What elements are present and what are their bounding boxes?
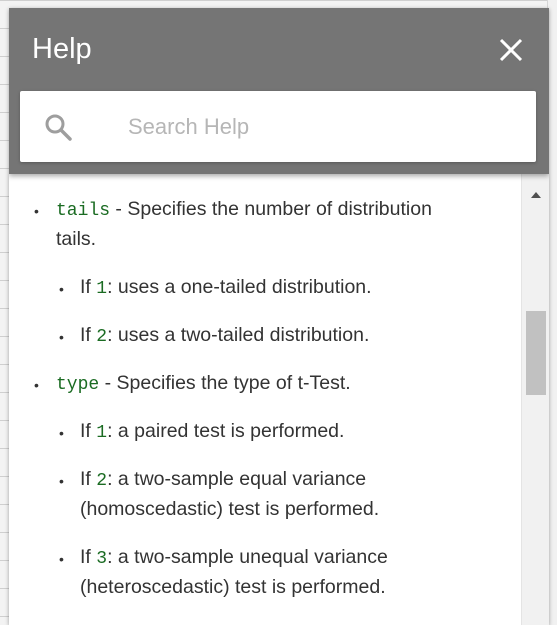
option-value: 3 [96,549,108,569]
scrollbar-thumb[interactable] [526,311,546,395]
help-title: Help [32,33,92,65]
scroll-up-arrow-icon[interactable] [529,187,543,198]
option-value: 1 [96,423,108,443]
search-input[interactable] [128,109,518,145]
bullet: • [59,329,64,345]
search-icon [44,113,72,141]
bullet: • [59,425,64,441]
bullet: • [59,473,64,489]
list-item: If 1: a paired test is performed. [80,420,345,443]
scrollbar[interactable] [521,174,549,625]
search-box[interactable] [20,91,536,162]
param-name: type [56,375,100,395]
help-content: • tails - Specifies the number of distri… [9,174,521,625]
option-value: 1 [96,279,108,299]
list-item: If 1: uses a one-tailed distribution. [80,276,372,299]
option-value: 2 [96,471,108,491]
param-name: tails [56,201,111,221]
help-panel: Help • tails - Specifies the number of d… [9,8,549,625]
bullet: • [59,281,64,297]
list-item-cont: (homoscedastic) test is performed. [80,498,380,520]
help-header: Help [9,8,549,174]
list-item-cont: (heteroscedastic) test is performed. [80,576,386,598]
param-tails: tails - Specifies the number of distribu… [56,194,432,226]
param-description: - Specifies the type of t-Test. [99,372,351,394]
list-item: If 2: uses a two-tailed distribution. [80,324,370,347]
param-description: - Specifies the number of distribution [110,198,432,220]
param-description-cont: tails. [56,228,97,250]
close-icon[interactable] [496,35,526,65]
list-item: If 3: a two-sample unequal variance [80,546,388,569]
list-item: If 2: a two-sample equal variance [80,468,367,491]
bullet: • [34,203,39,219]
param-type: type - Specifies the type of t-Test. [56,368,351,400]
option-value: 2 [96,327,108,347]
bullet: • [34,377,39,393]
bullet: • [59,551,64,567]
